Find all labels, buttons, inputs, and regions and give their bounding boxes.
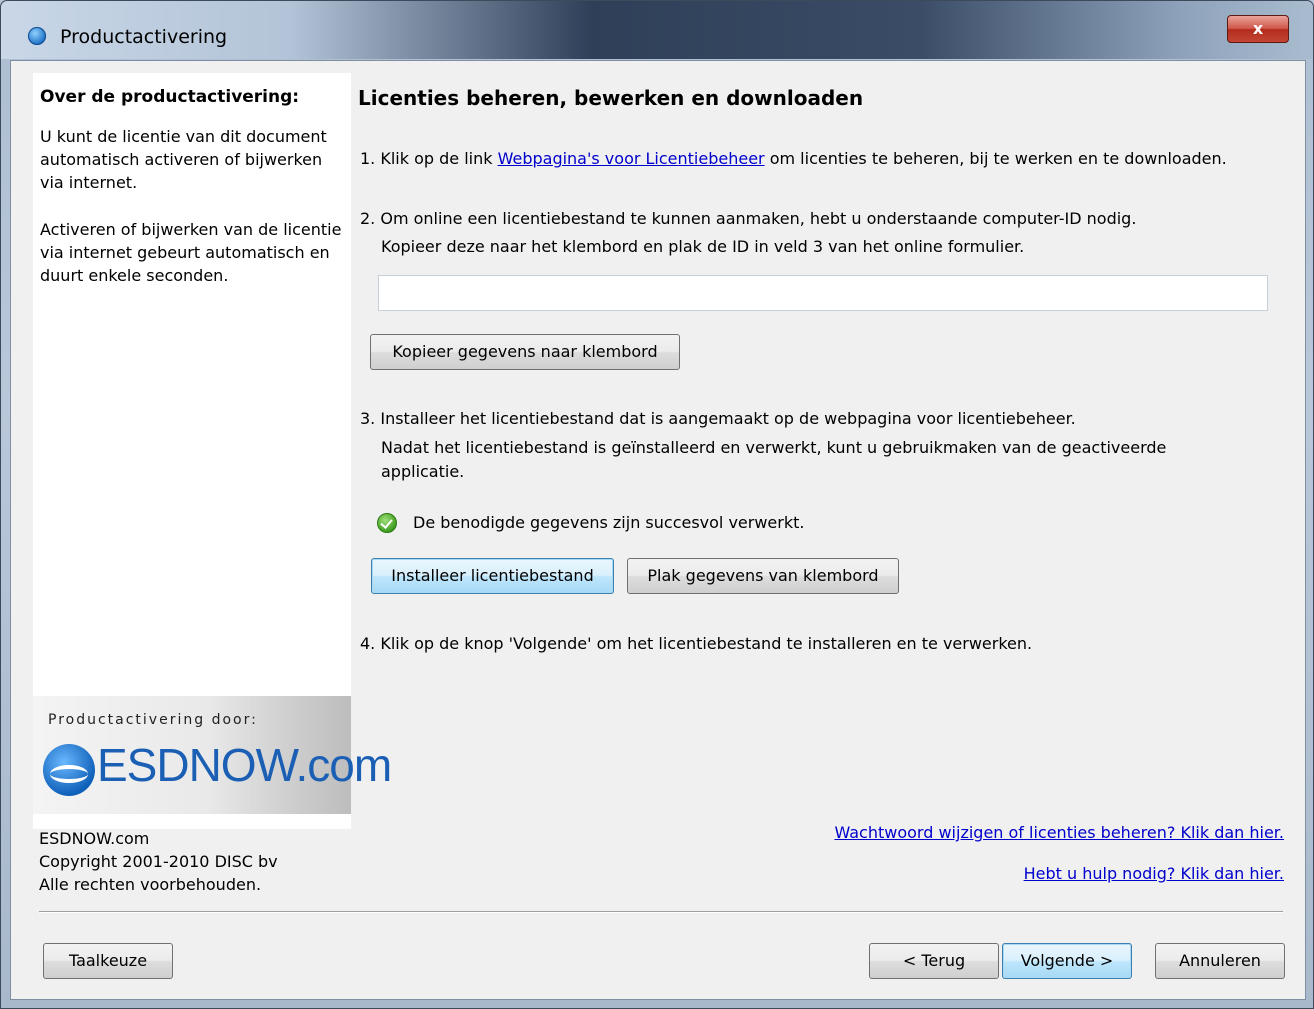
step-2-line-2: Kopieer deze naar het klembord en plak d… [381,237,1025,256]
copy-to-clipboard-button[interactable]: Kopieer gegevens naar klembord [370,334,680,370]
page-heading: Licenties beheren, bewerken en downloade… [358,86,864,110]
step-3-line-1: 3. Installeer het licentiebestand dat is… [360,409,1076,428]
copyright-line-2: Copyright 2001-2010 DISC bv [39,852,278,871]
copyright-block: ESDNOW.com Copyright 2001-2010 DISC bv A… [39,827,278,896]
help-link[interactable]: Hebt u hulp nodig? Klik dan hier. [1024,862,1284,886]
paste-from-clipboard-button[interactable]: Plak gegevens van klembord [627,558,899,594]
copyright-line-3: Alle rechten voorbehouden. [39,875,262,894]
step-1: 1. Klik op de link Webpagina's voor Lice… [360,147,1227,171]
close-button[interactable]: x [1227,15,1289,43]
computer-id-field[interactable] [378,275,1268,311]
info-paragraph-2: Activeren of bijwerken van de licentie v… [40,220,342,285]
esdnow-logo: Productactivering door: ESDNOW.com [33,696,392,814]
info-paragraph-1: U kunt de licentie van dit document auto… [40,127,327,192]
window-title: Productactivering [60,26,228,48]
cancel-button[interactable]: Annuleren [1155,943,1285,979]
step-4: 4. Klik op de knop 'Volgende' om het lic… [360,634,1033,653]
esdnow-logo-icon [43,744,95,796]
language-button[interactable]: Taalkeuze [43,943,173,979]
step-3-line-3: applicatie. [381,462,465,481]
footer-divider [39,911,1283,913]
install-license-button[interactable]: Installeer licentiebestand [371,558,614,594]
password-manage-link[interactable]: Wachtwoord wijzigen of licenties beheren… [834,821,1284,845]
logo-text: ESDNOW.com [97,739,392,791]
app-icon [28,27,46,45]
copyright-line-1: ESDNOW.com [39,829,150,848]
step-3-line-2: Nadat het licentiebestand is geïnstallee… [381,438,1167,457]
dialog-window: Productactivering x Over de productactiv… [0,0,1314,1009]
step-2-line-1: 2. Om online een licentiebestand te kunn… [360,209,1137,228]
status-message: De benodigde gegevens zijn succesvol ver… [413,513,805,532]
license-management-link[interactable]: Webpagina's voor Licentiebeheer [498,149,765,168]
step-1-prefix: 1. Klik op de link [360,149,498,168]
title-bar[interactable]: Productactivering x [1,1,1313,59]
step-1-suffix: om licenties te beheren, bij te werken e… [764,149,1227,168]
success-check-icon [377,513,397,533]
back-button[interactable]: < Terug [869,943,999,979]
info-panel-title: Over de productactivering: [40,87,300,107]
logo-caption: Productactivering door: [48,712,258,728]
dialog-body: Over de productactivering: U kunt de lic… [10,60,1306,1000]
next-button[interactable]: Volgende > [1002,943,1132,979]
